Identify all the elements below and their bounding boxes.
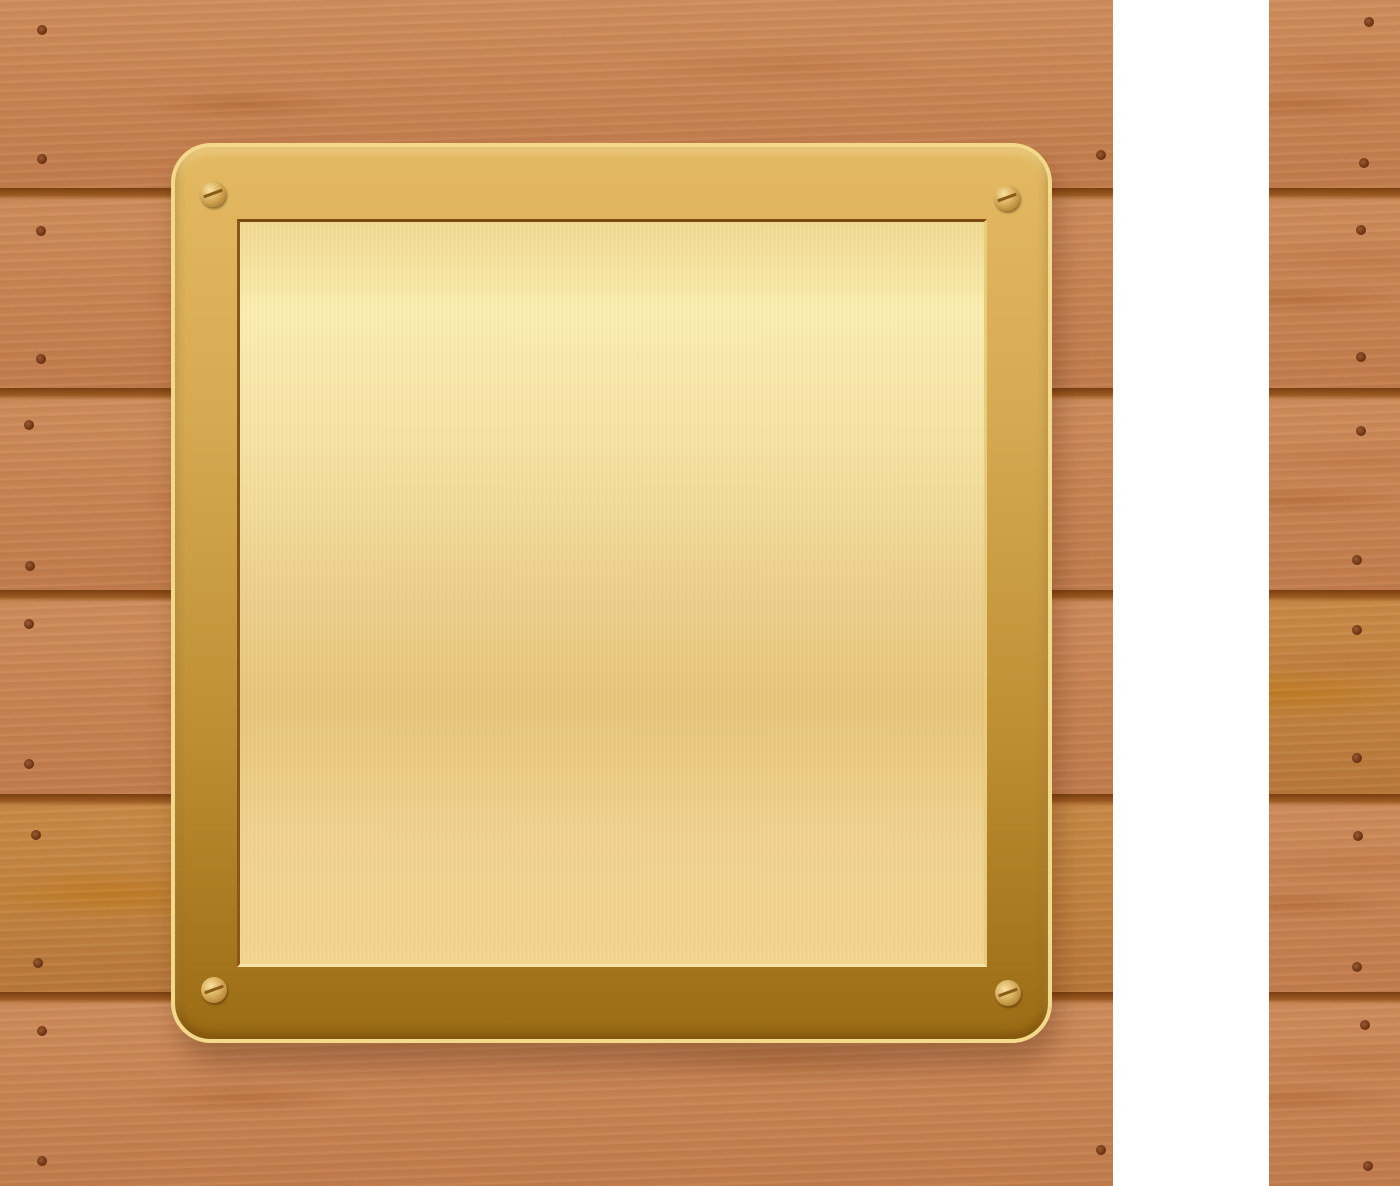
nail-icon: [1363, 1161, 1373, 1171]
nail-icon: [31, 830, 41, 840]
wood-plank: [1269, 388, 1400, 592]
nail-icon: [33, 958, 43, 968]
nail-icon: [37, 154, 47, 164]
nail-icon: [1352, 753, 1362, 763]
wood-plank: [1269, 992, 1400, 1186]
nail-icon: [1096, 1145, 1106, 1155]
screw-icon: [201, 977, 227, 1003]
nail-icon: [37, 1156, 47, 1166]
nail-icon: [1360, 1020, 1370, 1030]
nail-icon: [37, 25, 47, 35]
nail-icon: [1352, 555, 1362, 565]
nail-icon: [1359, 158, 1369, 168]
screw-icon: [995, 980, 1021, 1006]
nail-icon: [25, 561, 35, 571]
brass-plaque-face: [237, 219, 987, 967]
screw-icon: [994, 185, 1020, 211]
nail-icon: [1356, 225, 1366, 235]
nail-icon: [1353, 831, 1363, 841]
nail-icon: [24, 619, 34, 629]
nail-icon: [1364, 17, 1374, 27]
wood-plank: [1269, 0, 1400, 190]
nail-icon: [24, 420, 34, 430]
wood-plank: [1269, 188, 1400, 390]
nail-icon: [1352, 625, 1362, 635]
screw-icon: [200, 181, 226, 207]
nail-icon: [1352, 962, 1362, 972]
wood-plank: [1269, 794, 1400, 994]
nail-icon: [24, 759, 34, 769]
nail-icon: [37, 1026, 47, 1036]
wood-plank: [1269, 590, 1400, 796]
nail-icon: [36, 226, 46, 236]
nail-icon: [1356, 352, 1366, 362]
nail-icon: [36, 354, 46, 364]
nail-icon: [1356, 426, 1366, 436]
nail-icon: [1096, 150, 1106, 160]
wood-wall-right: [1269, 0, 1400, 1186]
